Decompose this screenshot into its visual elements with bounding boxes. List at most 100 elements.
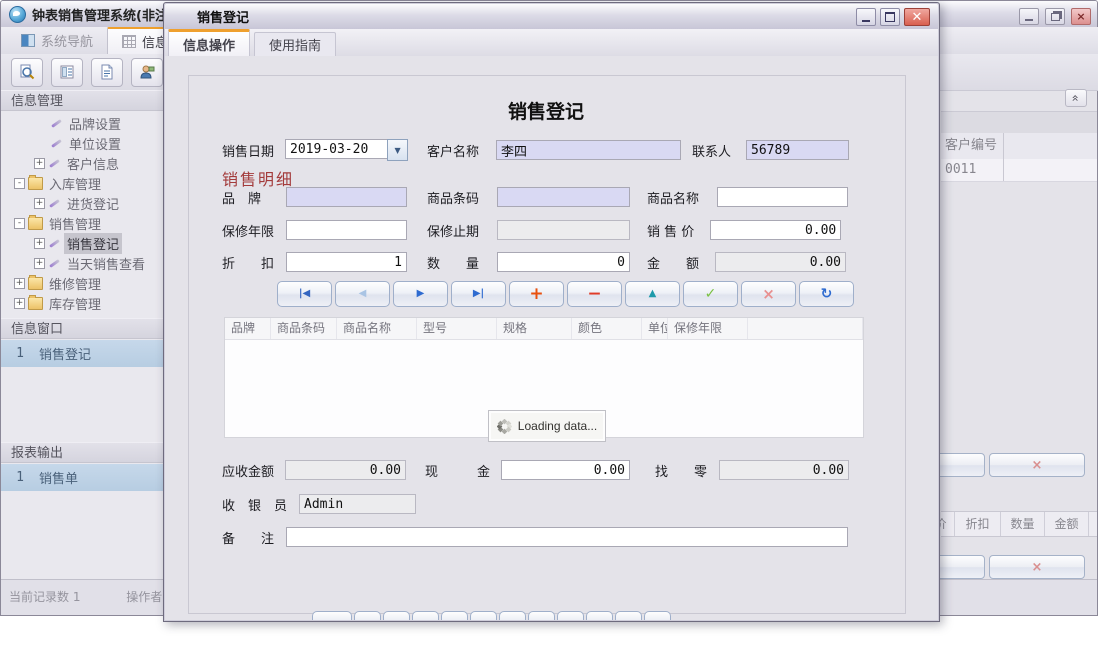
form-button[interactable] bbox=[51, 58, 83, 87]
document-button[interactable] bbox=[91, 58, 123, 87]
cash-input[interactable] bbox=[501, 460, 630, 480]
right-cancel-button-2[interactable]: × bbox=[989, 555, 1085, 579]
clipped-button[interactable] bbox=[557, 611, 584, 620]
barcode-input[interactable] bbox=[497, 187, 630, 207]
tree-item[interactable]: + 客户信息 bbox=[1, 153, 164, 173]
tree-item[interactable]: + 销售登记 bbox=[1, 233, 164, 253]
detail-column-header[interactable]: 金额 bbox=[1045, 512, 1089, 536]
brand-input[interactable] bbox=[286, 187, 407, 207]
grid-column-header[interactable] bbox=[748, 318, 863, 339]
tree-expander[interactable]: - bbox=[14, 218, 25, 229]
clipped-button[interactable] bbox=[383, 611, 410, 620]
info-window-item[interactable]: 1 销售登记 bbox=[1, 340, 164, 367]
remark-input[interactable] bbox=[286, 527, 848, 547]
user-button[interactable] bbox=[131, 58, 163, 87]
tree-item[interactable]: 单位设置 bbox=[1, 133, 164, 153]
customer-name-input[interactable] bbox=[496, 140, 681, 160]
product-name-input[interactable] bbox=[717, 187, 848, 207]
customer-name-label: 客户名称 bbox=[427, 141, 479, 160]
grid-column-header[interactable]: 保修年限 bbox=[668, 318, 748, 339]
detail-grid: 品牌商品条码商品名称型号规格颜色单位保修年限 bbox=[224, 317, 864, 438]
clipped-button[interactable] bbox=[354, 611, 381, 620]
dialog-tab[interactable]: 使用指南 bbox=[254, 32, 336, 56]
tree-item[interactable]: 品牌设置 bbox=[1, 113, 164, 133]
search-button[interactable] bbox=[11, 58, 43, 87]
main-minimize-button[interactable] bbox=[1019, 8, 1039, 25]
minimize-icon bbox=[862, 20, 870, 22]
customer-number-column[interactable]: 客户编号 bbox=[941, 138, 997, 153]
tree-item[interactable]: + 进货登记 bbox=[1, 193, 164, 213]
grid-column-header[interactable]: 商品条码 bbox=[271, 318, 337, 339]
change-input[interactable] bbox=[719, 460, 849, 480]
move-up[interactable]: ▲ bbox=[625, 281, 680, 307]
section-header-info-window: 信息窗口 bbox=[1, 318, 164, 339]
dialog-tab[interactable]: 信息操作 bbox=[168, 29, 250, 56]
prev[interactable]: ◀ bbox=[335, 281, 390, 307]
tree-expander[interactable]: + bbox=[34, 238, 45, 249]
tree-expander[interactable]: + bbox=[34, 258, 45, 269]
dialog-close-button[interactable]: ✕ bbox=[904, 8, 930, 26]
cashier-input[interactable] bbox=[299, 494, 416, 514]
tree-indent bbox=[1, 283, 11, 284]
sale-date-value[interactable] bbox=[285, 139, 387, 159]
detail-column-header[interactable]: 数量 bbox=[1001, 512, 1045, 536]
collapse-panel-button[interactable]: « bbox=[1065, 89, 1087, 107]
tree-expander[interactable]: + bbox=[14, 278, 25, 289]
grid-column-header[interactable]: 品牌 bbox=[225, 318, 271, 339]
sale-price-input[interactable] bbox=[710, 220, 841, 240]
grid-column-header[interactable]: 型号 bbox=[417, 318, 497, 339]
refresh[interactable]: ↻ bbox=[799, 281, 854, 307]
grid-column-header[interactable]: 规格 bbox=[497, 318, 572, 339]
remove[interactable]: − bbox=[567, 281, 622, 307]
warranty-end-input[interactable] bbox=[497, 220, 630, 240]
sale-date-select[interactable]: ▼ bbox=[285, 139, 408, 161]
tree-expander[interactable]: + bbox=[34, 158, 45, 169]
clipped-button[interactable] bbox=[312, 611, 352, 620]
grid-column-header[interactable]: 单位 bbox=[642, 318, 668, 339]
confirm[interactable]: ✓ bbox=[683, 281, 738, 307]
item-index: 1 bbox=[1, 470, 39, 485]
main-restore-button[interactable] bbox=[1045, 8, 1065, 25]
right-cancel-button[interactable]: × bbox=[989, 453, 1085, 477]
report-item[interactable]: 1 销售单 bbox=[1, 464, 164, 491]
customer-row[interactable]: 0011 bbox=[941, 159, 1097, 182]
grid-column-header[interactable]: 颜色 bbox=[572, 318, 642, 339]
dropdown-arrow-icon[interactable]: ▼ bbox=[387, 139, 408, 161]
quantity-input[interactable] bbox=[497, 252, 630, 272]
tree-item[interactable]: - 销售管理 bbox=[1, 213, 164, 233]
clipped-button[interactable] bbox=[412, 611, 439, 620]
detail-column-header[interactable]: 折扣 bbox=[955, 512, 1001, 536]
clipped-button[interactable] bbox=[441, 611, 468, 620]
right-panel-strip bbox=[941, 111, 1097, 135]
nav-button-icon: + bbox=[529, 286, 543, 303]
clipped-button[interactable] bbox=[644, 611, 671, 620]
clipped-button[interactable] bbox=[470, 611, 497, 620]
last[interactable]: ▶| bbox=[451, 281, 506, 307]
dialog-maximize-button[interactable] bbox=[880, 8, 900, 26]
clipped-button[interactable] bbox=[615, 611, 642, 620]
cancel[interactable]: × bbox=[741, 281, 796, 307]
main-tab[interactable]: 系统导航 bbox=[7, 27, 107, 54]
clipped-button[interactable] bbox=[499, 611, 526, 620]
contact-input[interactable] bbox=[746, 140, 849, 160]
tree-expander[interactable]: + bbox=[34, 198, 45, 209]
next[interactable]: ▶ bbox=[393, 281, 448, 307]
grid-column-header[interactable]: 商品名称 bbox=[337, 318, 417, 339]
first[interactable]: |◀ bbox=[277, 281, 332, 307]
discount-input[interactable] bbox=[286, 252, 407, 272]
add[interactable]: + bbox=[509, 281, 564, 307]
clipped-button[interactable] bbox=[528, 611, 555, 620]
tree-item[interactable]: + 当天销售查看 bbox=[1, 253, 164, 273]
tree-item[interactable]: + 维修管理 bbox=[1, 273, 164, 293]
tree-expander[interactable]: + bbox=[14, 298, 25, 309]
tree-item[interactable]: + 库存管理 bbox=[1, 293, 164, 313]
clipped-button[interactable] bbox=[586, 611, 613, 620]
tree-item[interactable]: - 入库管理 bbox=[1, 173, 164, 193]
amount-input[interactable] bbox=[715, 252, 846, 272]
main-close-button[interactable]: × bbox=[1071, 8, 1091, 25]
warranty-years-input[interactable] bbox=[286, 220, 407, 240]
dialog-minimize-button[interactable] bbox=[856, 8, 876, 26]
change-label: 找 零 bbox=[655, 461, 707, 480]
tree-expander[interactable]: - bbox=[14, 178, 25, 189]
receivable-input[interactable] bbox=[285, 460, 406, 480]
